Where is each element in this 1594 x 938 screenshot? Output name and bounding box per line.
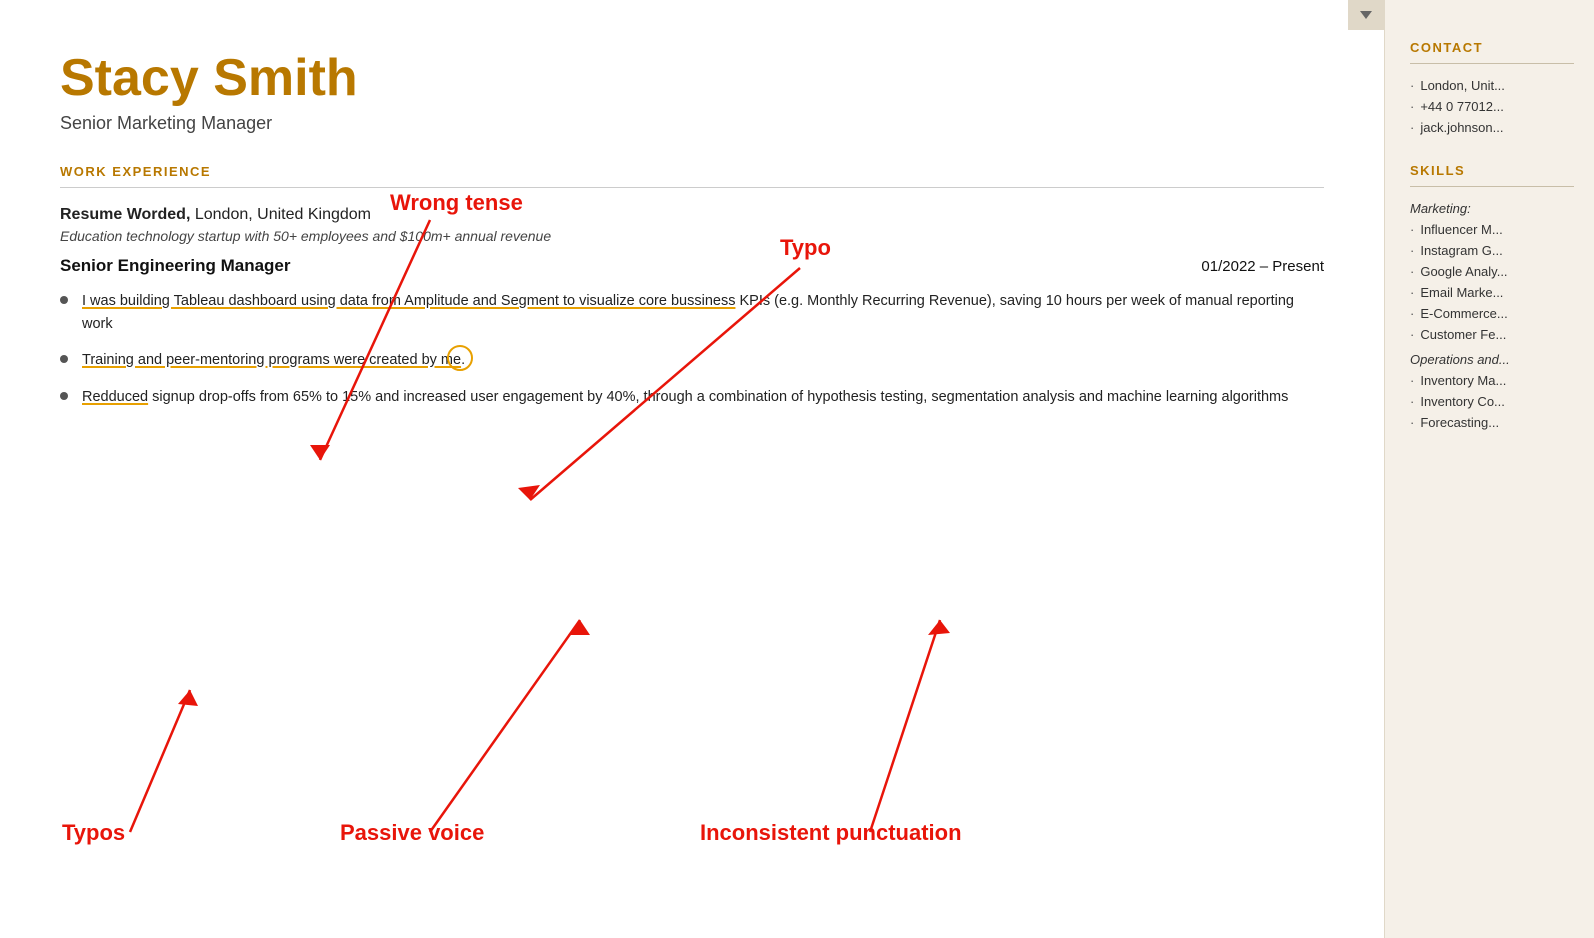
sidebar-skill-9: · Forecasting...	[1410, 415, 1574, 430]
candidate-title: Senior Marketing Manager	[60, 113, 1324, 134]
resume-main: Stacy Smith Senior Marketing Manager WOR…	[0, 0, 1384, 938]
sidebar-skill-5: · E-Commerce...	[1410, 306, 1574, 321]
sidebar-skill-2: · Instagram G...	[1410, 243, 1574, 258]
job-title: Senior Engineering Manager	[60, 256, 291, 276]
bullet-2-text: Training and peer-mentoring programs wer…	[82, 349, 465, 371]
list-item: I was building Tableau dashboard using d…	[60, 290, 1324, 335]
sidebar-skill-8: · Inventory Co...	[1410, 394, 1574, 409]
inconsistent-punctuation-label: Inconsistent punctuation	[700, 820, 962, 845]
wrong-tense-text: I was building Tableau dashboard using d…	[82, 293, 671, 309]
job-title-row: Senior Engineering Manager 01/2022 – Pre…	[60, 256, 1324, 276]
company-name-rest: London, United Kingdom	[195, 206, 371, 223]
company-name-bold: Resume Worded,	[60, 206, 190, 223]
company-subtitle: Education technology startup with 50+ em…	[60, 228, 1324, 244]
list-item: Redduced signup drop-offs from 65% to 15…	[60, 386, 1324, 408]
bullet-dot	[60, 355, 68, 363]
sidebar-skill-1: · Influencer M...	[1410, 222, 1574, 237]
sidebar-skill-4: · Email Marke...	[1410, 285, 1574, 300]
section-header-work: WORK EXPERIENCE	[60, 164, 1324, 179]
sidebar-divider-skills	[1410, 186, 1574, 187]
circle-annotation: .	[461, 349, 465, 371]
sidebar-contact-phone: · +44 0 77012...	[1410, 99, 1574, 114]
job-dates: 01/2022 – Present	[1201, 258, 1324, 275]
sidebar-skills-header: SKILLS	[1410, 163, 1574, 178]
dropdown-button[interactable]	[1348, 0, 1384, 30]
typo-redduced: Redduced	[82, 389, 148, 405]
skills-category-operations: Operations and...	[1410, 352, 1574, 367]
passive-voice-label: Passive voice	[340, 820, 484, 845]
sidebar-divider-contact	[1410, 63, 1574, 64]
sidebar-skill-7: · Inventory Ma...	[1410, 373, 1574, 388]
list-item: Training and peer-mentoring programs wer…	[60, 349, 1324, 371]
bullet-list: I was building Tableau dashboard using d…	[60, 290, 1324, 408]
dropdown-arrow-icon	[1360, 11, 1372, 19]
company-name: Resume Worded, London, United Kingdom	[60, 206, 1324, 224]
typo-text: bussiness	[671, 293, 735, 309]
resume-sidebar: CONTACT · London, Unit... · +44 0 77012.…	[1384, 0, 1594, 938]
bullet-3-text: Redduced signup drop-offs from 65% to 15…	[82, 386, 1288, 408]
passive-voice-text: Training and peer-mentoring programs wer…	[82, 352, 461, 368]
sidebar-contact-location: · London, Unit...	[1410, 78, 1574, 93]
typos-label: Typos	[62, 820, 125, 845]
sidebar-contact-email: · jack.johnson...	[1410, 120, 1574, 135]
sidebar-skill-3: · Google Analy...	[1410, 264, 1574, 279]
sidebar-skill-6: · Customer Fe...	[1410, 327, 1574, 342]
candidate-name: Stacy Smith	[60, 50, 1324, 107]
sidebar-contact-header: CONTACT	[1410, 40, 1574, 55]
annotation-overlay: Wrong tense Typo Typos Passive voice Inc…	[0, 0, 1384, 938]
bullet-dot	[60, 296, 68, 304]
skills-category-marketing: Marketing:	[1410, 201, 1574, 216]
bullet-dot	[60, 392, 68, 400]
section-divider	[60, 187, 1324, 188]
bullet-1-text: I was building Tableau dashboard using d…	[82, 290, 1324, 335]
work-experience-section: WORK EXPERIENCE Resume Worded, London, U…	[60, 164, 1324, 408]
sidebar-skills-section: SKILLS Marketing: · Influencer M... · In…	[1410, 163, 1574, 430]
